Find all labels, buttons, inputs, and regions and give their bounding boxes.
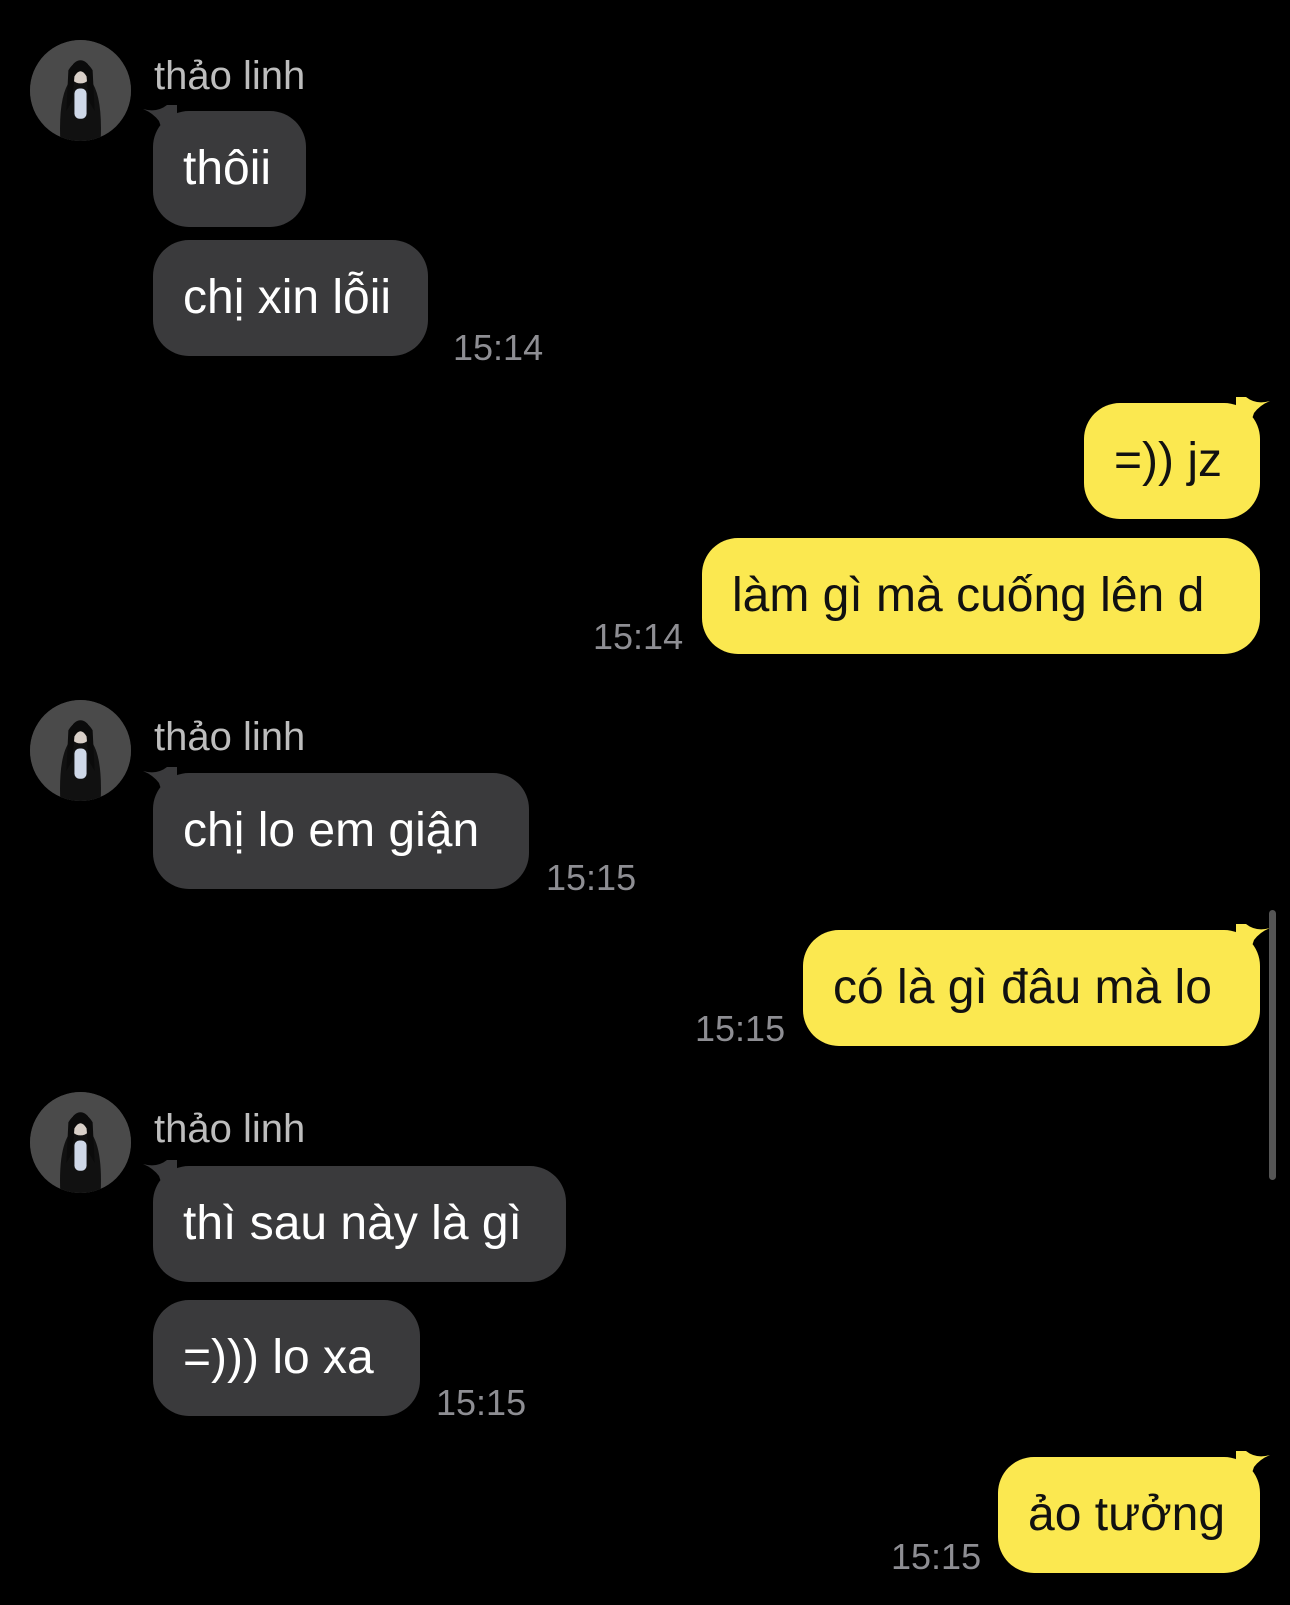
message-bubble-incoming[interactable]: chị lo em giận: [143, 767, 529, 889]
message-text: có là gì đâu mà lo: [833, 961, 1212, 1014]
bubble-tail-icon: [1236, 924, 1270, 964]
sender-name: thảo linh: [154, 1107, 306, 1151]
message-bubble-outgoing[interactable]: ảo tưởng: [998, 1451, 1270, 1573]
scrollbar[interactable]: [1269, 910, 1276, 1180]
message-text: thôii: [183, 142, 272, 195]
message-text: thì sau này là gì: [183, 1197, 522, 1250]
message-text: làm gì mà cuống lên d: [732, 569, 1205, 622]
avatar[interactable]: [30, 1092, 131, 1193]
message-bubble-incoming[interactable]: =))) lo xa: [153, 1300, 420, 1416]
avatar[interactable]: [30, 40, 131, 141]
message-timestamp: 15:15: [546, 857, 637, 898]
bubble-tail-icon: [143, 767, 177, 807]
sender-name: thảo linh: [154, 54, 306, 98]
bubble-tail-icon: [143, 1160, 177, 1200]
message-bubble-incoming[interactable]: chị xin lỗii: [153, 240, 428, 356]
profile-photo-icon: [30, 40, 131, 141]
message-text: chị lo em giận: [183, 804, 480, 857]
message-timestamp: 15:14: [453, 327, 544, 368]
message-bubble-incoming[interactable]: thôii: [143, 105, 306, 227]
message-text: =))) lo xa: [183, 1331, 374, 1384]
profile-photo-icon: [30, 1092, 131, 1193]
message-bubble-incoming[interactable]: thì sau này là gì: [143, 1160, 566, 1282]
bubble-tail-icon: [1236, 397, 1270, 437]
profile-photo-icon: [30, 700, 131, 801]
message-timestamp: 15:14: [593, 616, 684, 657]
sender-name: thảo linh: [154, 715, 306, 759]
message-bubble-outgoing[interactable]: có là gì đâu mà lo: [803, 924, 1270, 1046]
bubble-tail-icon: [1236, 1451, 1270, 1491]
message-text: chị xin lỗii: [183, 271, 392, 324]
avatar[interactable]: [30, 700, 131, 801]
message-bubble-outgoing[interactable]: =)) jz: [1084, 397, 1270, 519]
bubble-tail-icon: [143, 105, 177, 145]
message-bubble-outgoing[interactable]: làm gì mà cuống lên d: [702, 538, 1260, 654]
message-text: =)) jz: [1114, 434, 1222, 487]
message-timestamp: 15:15: [695, 1008, 786, 1049]
chat-area[interactable]: thảo linh thôii chị xin lỗii 15:14 =)) j…: [0, 0, 1290, 1605]
message-timestamp: 15:15: [891, 1536, 982, 1577]
message-timestamp: 15:15: [436, 1382, 527, 1423]
message-text: ảo tưởng: [1028, 1488, 1226, 1541]
